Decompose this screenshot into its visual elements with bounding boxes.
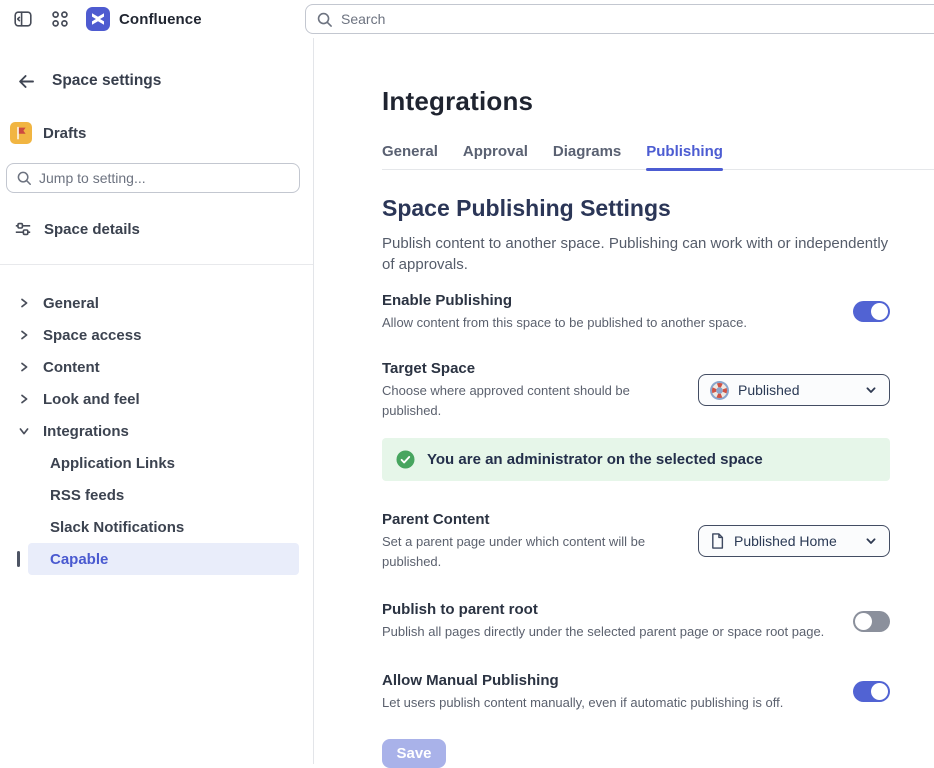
sidebar-item-rss-feeds[interactable]: RSS feeds [0,479,313,511]
app-switcher-button[interactable] [49,8,71,30]
search-icon [316,11,333,28]
sidebar: Space settings Drafts Space details Gene… [0,38,314,764]
parent-content-value: Published Home [734,533,855,549]
nav-label: General [43,295,99,312]
space-identity[interactable]: Drafts [0,92,313,144]
check-circle-icon [396,450,415,469]
space-settings-header: Space settings [0,38,313,92]
publish-to-parent-root-description: Publish all pages directly under the sel… [382,622,824,642]
sidebar-divider [0,264,313,265]
chevron-right-icon [18,361,30,373]
nav-label: Capable [50,551,108,568]
sidebar-item-integrations[interactable]: Integrations [0,415,313,447]
setting-row-publish-to-parent-root: Publish to parent root Publish all pages… [382,601,890,642]
chevron-right-icon [18,393,30,405]
chevron-down-icon [18,425,30,437]
main-panel: Integrations General Approval Diagrams P… [315,38,934,764]
jump-to-setting-input[interactable] [39,170,290,186]
sidebar-item-look-and-feel[interactable]: Look and feel [0,383,313,415]
settings-nav: General Space access Content Look and fe… [0,287,313,575]
page-title: Integrations [382,86,890,117]
space-name: Drafts [43,125,86,142]
sidebar-collapse-button[interactable] [12,8,34,30]
sidebar-collapse-icon [13,9,33,29]
nav-label: RSS feeds [50,487,124,504]
publish-to-parent-root-toggle[interactable] [853,611,890,632]
setting-row-target-space: Target Space Choose where approved conte… [382,360,890,420]
tab-diagrams[interactable]: Diagrams [553,143,621,169]
allow-manual-publishing-label: Allow Manual Publishing [382,672,783,689]
tab-publishing[interactable]: Publishing [646,143,723,169]
parent-content-label: Parent Content [382,511,678,528]
nav-label: Integrations [43,423,129,440]
parent-content-dropdown[interactable]: Published Home [698,525,890,557]
sidebar-item-space-access[interactable]: Space access [0,319,313,351]
chevron-down-icon [864,534,878,548]
sidebar-item-content[interactable]: Content [0,351,313,383]
nav-label: Content [43,359,100,376]
allow-manual-publishing-description: Let users publish content manually, even… [382,693,783,713]
sidebar-item-application-links[interactable]: Application Links [0,447,313,479]
enable-publishing-label: Enable Publishing [382,292,747,309]
space-details-label: Space details [44,221,140,238]
target-space-dropdown[interactable]: Published [698,374,890,406]
target-space-value: Published [738,382,855,398]
enable-publishing-toggle[interactable] [853,301,890,322]
admin-banner-text: You are an administrator on the selected… [427,451,763,468]
section-intro: Publish content to another space. Publis… [382,233,890,276]
confluence-logo[interactable] [86,7,110,31]
setting-row-parent-content: Parent Content Set a parent page under w… [382,511,890,571]
app-name: Confluence [119,11,202,28]
back-arrow-icon [17,72,36,91]
chevron-right-icon [18,297,30,309]
tab-approval[interactable]: Approval [463,143,528,169]
page-icon [710,532,725,550]
sidebar-item-space-details[interactable]: Space details [0,193,313,239]
setting-row-enable-publishing: Enable Publishing Allow content from thi… [382,292,890,333]
search-input[interactable] [341,11,934,27]
nav-label: Application Links [50,455,175,472]
sliders-icon [13,219,33,239]
nav-label: Space access [43,327,141,344]
global-search[interactable] [305,4,934,34]
setting-row-allow-manual-publishing: Allow Manual Publishing Let users publis… [382,672,890,713]
top-bar: Confluence [0,0,934,38]
target-space-label: Target Space [382,360,678,377]
nav-label: Slack Notifications [50,519,184,536]
publish-to-parent-root-label: Publish to parent root [382,601,824,618]
chevron-down-icon [864,383,878,397]
space-settings-title: Space settings [52,72,161,90]
tab-general[interactable]: General [382,143,438,169]
search-icon [16,170,32,186]
allow-manual-publishing-toggle[interactable] [853,681,890,702]
parent-content-description: Set a parent page under which content wi… [382,532,678,571]
enable-publishing-description: Allow content from this space to be publ… [382,313,747,333]
tabs-bar: General Approval Diagrams Publishing [382,143,934,170]
sidebar-item-slack-notifications[interactable]: Slack Notifications [0,511,313,543]
section-heading: Space Publishing Settings [382,195,890,222]
sidebar-item-capable[interactable]: Capable [28,543,299,575]
lifebuoy-space-icon [710,381,729,400]
jump-to-setting-search[interactable] [6,163,300,193]
admin-success-banner: You are an administrator on the selected… [382,438,890,481]
chevron-right-icon [18,329,30,341]
nav-label: Look and feel [43,391,140,408]
sidebar-item-general[interactable]: General [0,287,313,319]
target-space-description: Choose where approved content should be … [382,381,678,420]
drafts-space-icon [10,122,32,144]
back-button[interactable] [15,70,37,92]
app-grid-icon [50,9,70,29]
